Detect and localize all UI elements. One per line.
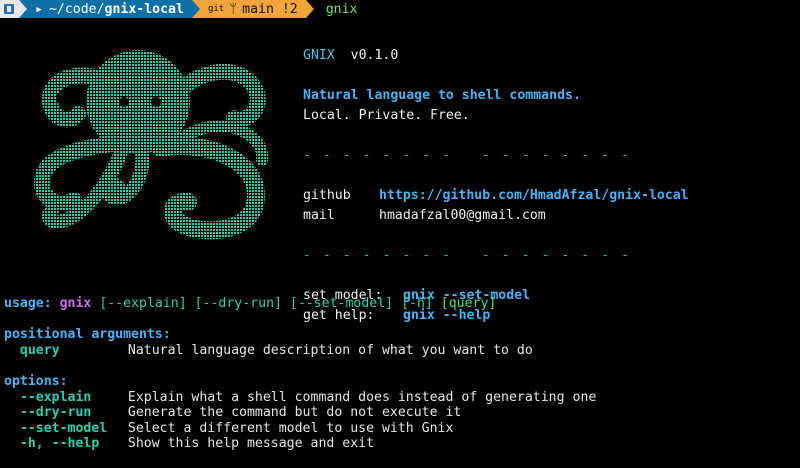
mail-value[interactable]: hmadafzal00@gmail.com [379,208,546,223]
github-row: github https://github.com/HmadAfzal/gnix-… [303,186,689,206]
usage-prog: gnix [59,296,92,311]
option-row: -h, --help Show this help message and exi… [4,436,596,452]
usage-line: usage: gnix [--explain] [--dry-run] [--s… [4,296,596,312]
arg-name: query [19,342,60,358]
prompt-command: gnix [325,1,358,17]
os-logo-icon [4,4,14,14]
segment-separator [19,0,27,18]
option-description: Explain what a shell command does instea… [127,389,597,405]
positional-heading: positional arguments: [4,327,171,343]
option-row: --explain Explain what a shell command do… [4,390,596,406]
option-description: Generate the command but do not execute … [127,405,462,421]
option-description: Show this help message and exit [127,436,375,452]
git-segment: git ᛘ main !2 [199,0,306,18]
git-branch: main !2 [242,1,298,17]
title-row: GNIX v0.1.0 [303,46,689,66]
options-heading: options: [4,373,68,389]
divider: - - - - - - - - - - - - - - - - [303,148,632,163]
option-description: Select a different model to use with Gni… [127,420,454,436]
usage-opt-explain: [--explain] [99,296,187,311]
dir-prefix: ~/code/ [48,1,105,17]
option-name: --explain [19,389,92,405]
octopus-logo-icon [30,40,270,240]
directory-segment: ▸ ~/code/gnix-local [27,0,192,18]
tagline: Natural language to shell commands. [303,88,581,103]
os-segment [0,0,19,18]
positional-arg-row: query Natural language description of wha… [4,343,596,359]
app-name: GNIX [303,48,335,63]
segment-separator [305,0,314,18]
subtitle: Local. Private. Free. [303,108,470,123]
divider: - - - - - - - - - - - - - - - - [303,248,632,263]
shell-prompt: ▸ ~/code/gnix-local git ᛘ main !2 gnix [0,0,800,18]
usage-opt-query: [query] [440,296,497,311]
option-row: --set-model Select a different model to u… [4,421,596,437]
mail-label: mail [303,208,335,223]
usage-label: usage: [4,296,52,311]
option-row: --dry-run Generate the command but do not… [4,405,596,421]
segment-separator [191,0,200,18]
github-link[interactable]: https://github.com/HmadAfzal/gnix-local [379,188,689,203]
folder-icon: ▸ [35,1,43,17]
option-name: -h, --help [19,436,100,452]
usage-opt-h: [-h] [401,296,433,311]
info-panel: GNIX v0.1.0 Natural language to shell co… [303,46,689,326]
arg-description: Natural language description of what you… [127,342,533,358]
app-version: v0.1.0 [350,48,399,63]
github-label: github [303,188,351,203]
git-branch-icon: ᛘ [229,1,238,17]
mail-row: mail hmadafzal00@gmail.com [303,206,689,226]
option-name: --set-model [19,420,108,436]
usage-opt-set-model: [--set-model] [289,296,394,311]
git-tag: git [207,4,225,14]
option-name: --dry-run [19,405,92,421]
usage-opt-dry-run: [--dry-run] [194,296,282,311]
help-output: usage: gnix [--explain] [--dry-run] [--s… [4,296,596,452]
dir-name: gnix-local [104,1,184,17]
